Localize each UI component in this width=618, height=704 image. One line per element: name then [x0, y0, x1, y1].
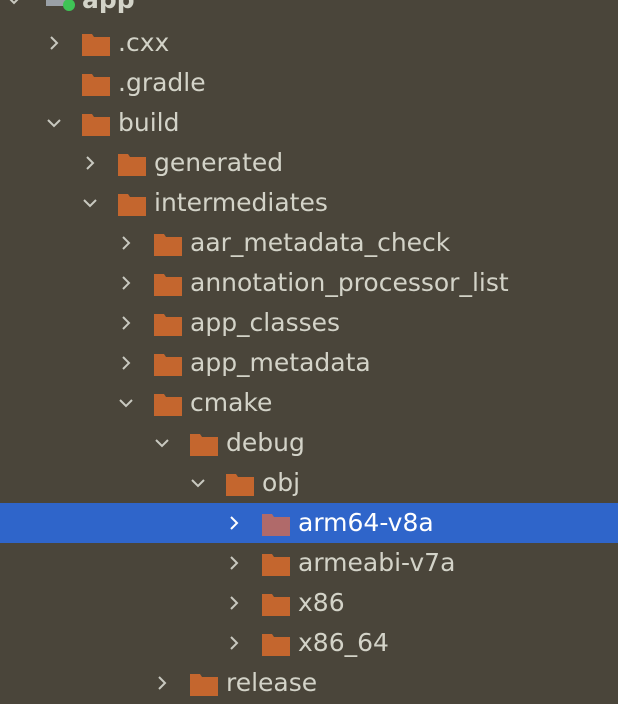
chevron-right-icon[interactable]	[118, 275, 134, 291]
folder-icon	[118, 193, 146, 216]
chevron-down-icon[interactable]	[6, 0, 22, 8]
tree-item-label: x86_64	[298, 628, 389, 657]
folder-icon	[154, 273, 182, 296]
chevron-right-icon[interactable]	[118, 355, 134, 371]
tree-item-app-classes[interactable]: app_classes	[0, 303, 618, 343]
tree-item-label: build	[118, 108, 180, 137]
tree-item-annotation-processor-list[interactable]: annotation_processor_list	[0, 263, 618, 303]
folder-icon	[226, 473, 254, 496]
tree-item-label: intermediates	[154, 188, 328, 217]
tree-item-label: generated	[154, 148, 284, 177]
chevron-down-icon[interactable]	[154, 435, 170, 451]
tree-item-aar-metadata-check[interactable]: aar_metadata_check	[0, 223, 618, 263]
chevron-right-icon[interactable]	[82, 155, 98, 171]
tree-item-gradle[interactable]: .gradle	[0, 63, 618, 103]
folder-icon	[154, 353, 182, 376]
chevron-right-icon[interactable]	[226, 635, 242, 651]
chevron-right-icon[interactable]	[118, 235, 134, 251]
tree-root-app[interactable]: app	[0, 0, 618, 20]
chevron-right-icon[interactable]	[46, 35, 62, 51]
tree-item-armeabi-v7a[interactable]: armeabi-v7a	[0, 543, 618, 583]
folder-icon	[154, 233, 182, 256]
folder-icon	[82, 113, 110, 136]
folder-icon	[262, 553, 290, 576]
tree-item-x86[interactable]: x86	[0, 583, 618, 623]
tree-item-label: debug	[226, 428, 305, 457]
chevron-down-icon[interactable]	[82, 195, 98, 211]
folder-icon	[262, 633, 290, 656]
chevron-right-icon[interactable]	[226, 595, 242, 611]
tree-item-app-metadata[interactable]: app_metadata	[0, 343, 618, 383]
tree-root-label: app	[82, 0, 135, 20]
chevron-right-icon[interactable]	[118, 315, 134, 331]
tree-item-label: armeabi-v7a	[298, 548, 456, 577]
tree-item-label: x86	[298, 588, 345, 617]
tree-item-release[interactable]: release	[0, 663, 618, 703]
tree-item-debug[interactable]: debug	[0, 423, 618, 463]
tree-item-intermediates[interactable]: intermediates	[0, 183, 618, 223]
tree-item-label: obj	[262, 468, 301, 497]
tree-item-label: app_metadata	[190, 348, 371, 377]
folder-icon	[154, 393, 182, 416]
folder-icon	[190, 673, 218, 696]
project-tree: app .cxx .gradle build generated intermediat…	[0, 0, 618, 704]
chevron-right-icon[interactable]	[226, 515, 242, 531]
chevron-down-icon[interactable]	[190, 475, 206, 491]
chevron-down-icon[interactable]	[46, 115, 62, 131]
tree-item-label: arm64-v8a	[298, 508, 434, 537]
tree-item-label: app_classes	[190, 308, 341, 337]
folder-icon	[262, 593, 290, 616]
chevron-down-icon[interactable]	[118, 395, 134, 411]
chevron-right-icon[interactable]	[154, 675, 170, 691]
tree-item-label: .cxx	[118, 28, 170, 57]
folder-icon	[82, 73, 110, 96]
module-folder-icon	[46, 0, 76, 12]
chevron-right-icon[interactable]	[226, 555, 242, 571]
tree-item-cmake[interactable]: cmake	[0, 383, 618, 423]
tree-item-label: cmake	[190, 388, 273, 417]
tree-item-obj[interactable]: obj	[0, 463, 618, 503]
tree-item-label: annotation_processor_list	[190, 268, 509, 297]
tree-item-cxx[interactable]: .cxx	[0, 23, 618, 63]
tree-item-generated[interactable]: generated	[0, 143, 618, 183]
tree-item-label: aar_metadata_check	[190, 228, 451, 257]
tree-item-x86-64[interactable]: x86_64	[0, 623, 618, 663]
tree-item-build[interactable]: build	[0, 103, 618, 143]
tree-item-label: release	[226, 668, 318, 697]
tree-item-label: .gradle	[118, 68, 206, 97]
folder-icon	[118, 153, 146, 176]
folder-icon	[154, 313, 182, 336]
folder-icon	[82, 33, 110, 56]
folder-icon	[190, 433, 218, 456]
folder-icon	[262, 513, 290, 536]
tree-item-arm64-v8a[interactable]: arm64-v8a	[0, 503, 618, 543]
